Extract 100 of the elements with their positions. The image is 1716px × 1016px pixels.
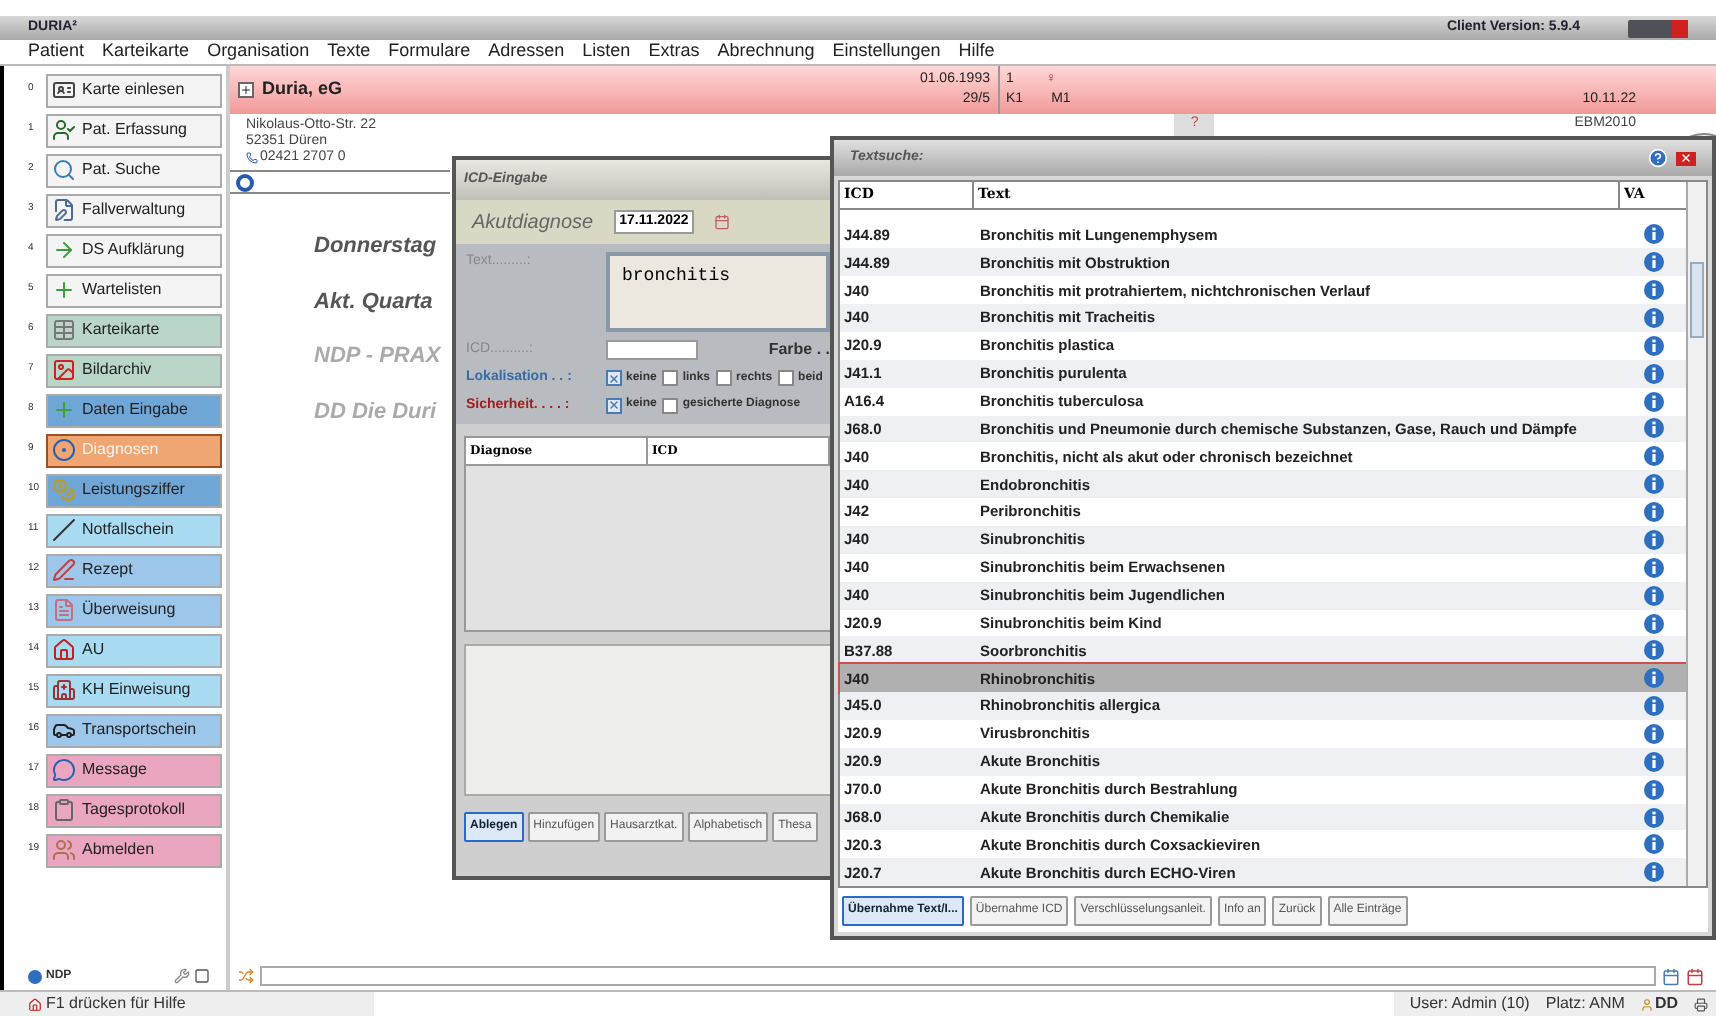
info-icon[interactable] xyxy=(1643,446,1663,467)
sidebar-item[interactable]: Rezept xyxy=(46,553,222,587)
menu-item[interactable]: Listen xyxy=(582,38,631,66)
info-icon[interactable] xyxy=(1643,308,1663,329)
sidebar-item[interactable]: AU xyxy=(46,633,222,667)
sidebar-item[interactable]: Leistungsziffer xyxy=(46,473,222,507)
checkbox[interactable] xyxy=(716,370,733,387)
platz-label: Platz: ANM xyxy=(1545,992,1625,1016)
checkbox[interactable] xyxy=(662,370,679,387)
message-icon xyxy=(52,758,76,782)
menu-item[interactable]: Hilfe xyxy=(958,38,995,66)
menu-item[interactable]: Formulare xyxy=(388,38,471,66)
info-icon[interactable] xyxy=(1643,862,1663,883)
sidebar-item[interactable]: Fallverwaltung xyxy=(46,193,222,227)
info-icon[interactable] xyxy=(1643,696,1663,717)
sidebar-item[interactable]: Bildarchiv xyxy=(46,353,222,387)
calendar-icon[interactable] xyxy=(714,214,731,230)
help-icon[interactable] xyxy=(1648,148,1668,168)
document-icon xyxy=(52,598,76,622)
arrow-right-icon xyxy=(52,238,76,262)
info-icon[interactable] xyxy=(1643,613,1663,633)
house-icon xyxy=(52,638,76,662)
info-icon[interactable] xyxy=(1643,779,1663,800)
info-icon[interactable] xyxy=(1643,474,1663,495)
info-icon[interactable] xyxy=(1643,557,1663,578)
sidebar-item[interactable]: Überweisung xyxy=(46,593,222,627)
sidebar-item[interactable]: Pat. Suche xyxy=(46,153,222,187)
circle-icon xyxy=(52,438,76,462)
window-icon[interactable] xyxy=(194,968,210,984)
menu-item[interactable]: Abrechnung xyxy=(717,38,815,66)
printer-icon[interactable] xyxy=(1694,997,1708,1011)
patient-name: Duria, eG xyxy=(262,76,343,103)
checkbox[interactable] xyxy=(662,397,679,414)
user-icon xyxy=(1640,997,1655,1011)
farbe-label: Farbe . . xyxy=(768,338,830,362)
command-field[interactable] xyxy=(260,966,1656,986)
info-line: Donnerstag xyxy=(314,232,437,262)
menu-item[interactable]: Texte xyxy=(327,38,371,66)
info-icon[interactable] xyxy=(1643,391,1663,412)
sidebar-item[interactable]: Tagesprotokoll xyxy=(46,793,222,827)
sidebar-item[interactable]: Transportschein xyxy=(46,713,222,747)
sidebar-item[interactable]: Notfallschein xyxy=(46,513,222,547)
info-icon[interactable] xyxy=(1643,723,1663,744)
plus-icon xyxy=(52,398,76,422)
hospital-icon xyxy=(52,678,76,702)
plus-icon xyxy=(52,278,76,302)
coins-icon xyxy=(52,478,76,502)
checkbox[interactable] xyxy=(606,370,622,387)
info-icon[interactable] xyxy=(1643,807,1663,828)
info-icon[interactable] xyxy=(1643,418,1663,439)
menu-item[interactable]: Einstellungen xyxy=(832,38,941,66)
info-icon[interactable] xyxy=(1643,640,1663,661)
table-icon xyxy=(52,318,76,342)
sidebar-item[interactable]: Message xyxy=(46,753,222,787)
file-pen-icon xyxy=(52,198,76,222)
users-icon xyxy=(52,838,76,862)
info-icon[interactable] xyxy=(1643,529,1663,550)
icd-field[interactable] xyxy=(606,340,698,360)
sidebar-item[interactable]: Karte einlesen xyxy=(46,73,222,107)
info-icon[interactable] xyxy=(1643,751,1663,772)
info-icon[interactable] xyxy=(1643,834,1663,855)
sidebar-item[interactable]: DS Aufklärung xyxy=(46,233,222,267)
menu-item[interactable]: Adressen xyxy=(488,38,565,66)
menu-item[interactable]: Organisation xyxy=(207,38,310,66)
info-icon[interactable] xyxy=(1643,363,1663,384)
calendar-icon[interactable] xyxy=(1662,967,1680,985)
sidebar-item[interactable]: Abmelden xyxy=(46,833,222,867)
info-icon[interactable] xyxy=(1643,335,1663,356)
info-line: DD Die Duri xyxy=(314,397,437,427)
info-icon[interactable] xyxy=(1643,502,1663,523)
text-area[interactable]: bronchitis xyxy=(606,252,830,332)
sidebar-item[interactable]: Wartelisten xyxy=(46,273,222,307)
akutdiagnose-heading: Akutdiagnose xyxy=(472,209,594,237)
sidebar-item[interactable]: Pat. Erfassung xyxy=(46,113,222,147)
checkbox[interactable] xyxy=(606,397,622,414)
menu-item[interactable]: Patient xyxy=(28,38,85,66)
wrench-icon[interactable] xyxy=(174,968,190,984)
info-icon[interactable] xyxy=(1643,224,1663,245)
close-icon[interactable] xyxy=(1676,151,1696,165)
info-icon[interactable] xyxy=(1643,585,1663,606)
help-hint: F1 drücken für Hilfe xyxy=(46,992,186,1016)
sidebar-item[interactable]: Karteikarte xyxy=(46,313,222,347)
info-icon[interactable] xyxy=(1643,668,1663,689)
info-icon[interactable] xyxy=(1643,252,1663,273)
menu-item[interactable]: Extras xyxy=(648,38,700,66)
calendar-icon[interactable] xyxy=(1686,967,1704,985)
info-icon[interactable] xyxy=(1643,280,1663,301)
user-check-icon xyxy=(52,118,76,142)
user-label: User: Admin (10) xyxy=(1409,992,1530,1016)
sidebar-item[interactable]: Daten Eingabe xyxy=(46,393,222,427)
image-icon xyxy=(52,358,76,382)
sidebar-item[interactable]: KH Einweisung xyxy=(46,673,222,707)
window-controls-icon[interactable] xyxy=(1628,19,1688,37)
menu-item[interactable]: Karteikarte xyxy=(102,38,190,66)
checkbox[interactable] xyxy=(778,370,795,387)
phone-icon xyxy=(246,152,258,164)
expand-icon[interactable] xyxy=(238,82,254,98)
shuffle-icon[interactable] xyxy=(238,968,254,984)
scrollbar[interactable] xyxy=(1686,182,1706,886)
search-icon xyxy=(52,158,76,182)
